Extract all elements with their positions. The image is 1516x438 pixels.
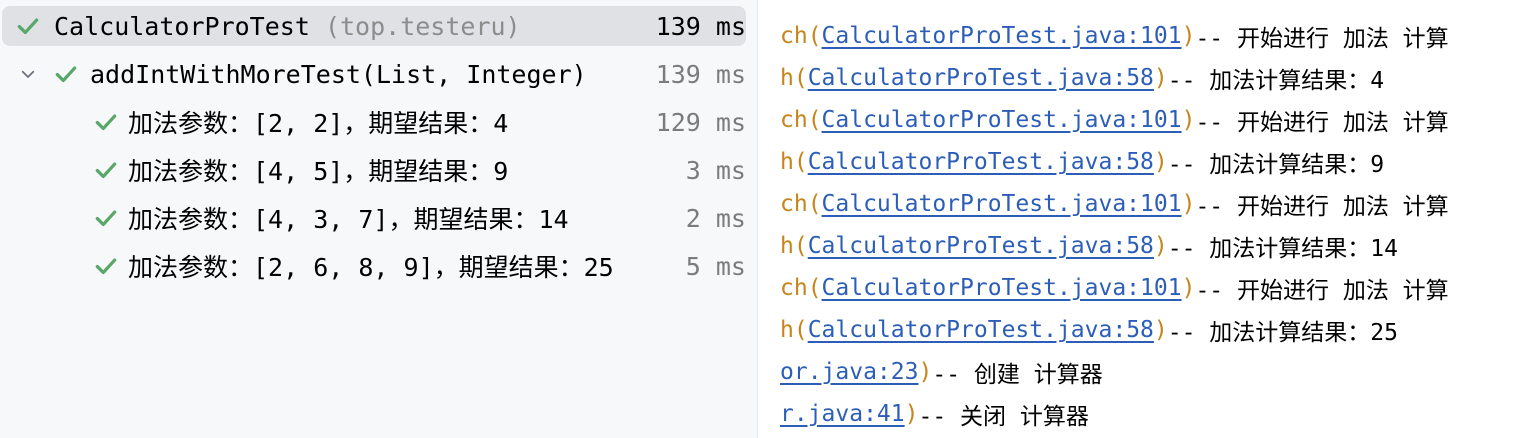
console-line: r.java:41) -- 关闭 计算器 — [780, 394, 1089, 434]
log-message: -- 开始进行 加法 计算 — [1195, 278, 1449, 304]
log-location-close: ) — [1181, 107, 1196, 133]
log-message: -- 加法计算结果：25 — [1167, 320, 1398, 346]
check-icon — [14, 12, 42, 40]
log-location-close: ) — [1181, 191, 1196, 217]
check-icon — [92, 108, 120, 136]
console-line: h(CalculatorProTest.java:58) -- 加法计算结果：2… — [780, 310, 1398, 350]
console-output: ch(CalculatorProTest.java:101) -- 开始进行 加… — [758, 0, 1516, 438]
console-line: h(CalculatorProTest.java:58) -- 加法计算结果：9 — [780, 142, 1384, 182]
test-case-label: 加法参数：[4, 5]，期望结果：9 — [128, 157, 509, 186]
log-location-prefix: ch( — [780, 275, 822, 301]
check-icon — [92, 204, 120, 232]
test-duration: 139 ms — [655, 11, 746, 41]
test-class-name: CalculatorProTest (top.testeru) — [54, 12, 521, 41]
log-message: -- 加法计算结果：14 — [1167, 236, 1398, 262]
check-icon — [92, 252, 120, 280]
log-location-prefix: h( — [780, 65, 808, 91]
tree-row-case[interactable]: 加法参数：[2, 6, 8, 9]，期望结果：25 5 ms — [0, 246, 746, 286]
source-link[interactable]: CalculatorProTest.java:101 — [822, 275, 1182, 301]
log-message: -- 开始进行 加法 计算 — [1195, 26, 1449, 52]
log-location-close: ) — [1153, 233, 1168, 259]
test-duration: 2 ms — [685, 203, 746, 233]
check-icon — [92, 156, 120, 184]
source-link[interactable]: r.java:41 — [780, 401, 905, 427]
source-link[interactable]: CalculatorProTest.java:58 — [808, 317, 1154, 343]
source-link[interactable]: CalculatorProTest.java:58 — [808, 65, 1154, 91]
source-link[interactable]: CalculatorProTest.java:101 — [822, 107, 1182, 133]
test-duration: 5 ms — [685, 251, 746, 281]
console-line: h(CalculatorProTest.java:58) -- 加法计算结果：1… — [780, 226, 1398, 266]
source-link[interactable]: CalculatorProTest.java:101 — [822, 191, 1182, 217]
test-class-label: CalculatorProTest — [54, 11, 310, 41]
test-class-package: (top.testeru) — [324, 11, 521, 41]
tree-row-case[interactable]: 加法参数：[4, 5]，期望结果：9 3 ms — [0, 150, 746, 190]
source-link[interactable]: CalculatorProTest.java:58 — [808, 233, 1154, 259]
test-duration: 3 ms — [685, 155, 746, 185]
log-location-prefix: h( — [780, 317, 808, 343]
source-link[interactable]: CalculatorProTest.java:58 — [808, 149, 1154, 175]
test-case-label: 加法参数：[4, 3, 7]，期望结果：14 — [128, 205, 569, 234]
test-duration: 129 ms — [655, 107, 746, 137]
console-line: ch(CalculatorProTest.java:101) -- 开始进行 加… — [780, 16, 1449, 56]
log-location-close: ) — [1153, 65, 1168, 91]
test-duration: 139 ms — [655, 59, 746, 89]
log-location-close: ) — [1181, 275, 1196, 301]
log-location-close: ) — [1153, 317, 1168, 343]
test-case-label: 加法参数：[2, 6, 8, 9]，期望结果：25 — [128, 253, 614, 282]
test-case-label: 加法参数：[2, 2]，期望结果：4 — [128, 109, 509, 138]
log-location-close: ) — [918, 359, 933, 385]
console-line: ch(CalculatorProTest.java:101) -- 开始进行 加… — [780, 100, 1449, 140]
chevron-down-icon[interactable] — [18, 64, 38, 84]
log-message: -- 创建 计算器 — [932, 362, 1103, 388]
check-icon — [52, 60, 80, 88]
tree-row-method[interactable]: addIntWithMoreTest(List, Integer) 139 ms — [0, 54, 746, 94]
console-line: ch(CalculatorProTest.java:101) -- 开始进行 加… — [780, 268, 1449, 308]
tree-row-root[interactable]: CalculatorProTest (top.testeru) 139 ms — [2, 6, 746, 46]
test-method-name: addIntWithMoreTest(List, Integer) — [90, 59, 587, 89]
test-results-tree: CalculatorProTest (top.testeru) 139 ms a… — [0, 0, 758, 438]
log-message: -- 加法计算结果：4 — [1167, 68, 1385, 94]
log-location-close: ) — [1181, 23, 1196, 49]
console-line: or.java:23) -- 创建 计算器 — [780, 352, 1103, 392]
console-line: h(CalculatorProTest.java:58) -- 加法计算结果：4 — [780, 58, 1384, 98]
log-message: -- 开始进行 加法 计算 — [1195, 194, 1449, 220]
source-link[interactable]: or.java:23 — [780, 359, 918, 385]
log-message: -- 开始进行 加法 计算 — [1195, 110, 1449, 136]
log-message: -- 加法计算结果：9 — [1167, 152, 1385, 178]
log-location-close: ) — [904, 401, 919, 427]
log-location-close: ) — [1153, 149, 1168, 175]
console-line: ch(CalculatorProTest.java:101) -- 开始进行 加… — [780, 184, 1449, 224]
log-location-prefix: ch( — [780, 107, 822, 133]
source-link[interactable]: CalculatorProTest.java:101 — [822, 23, 1182, 49]
log-location-prefix: h( — [780, 233, 808, 259]
tree-row-case[interactable]: 加法参数：[4, 3, 7]，期望结果：14 2 ms — [0, 198, 746, 238]
log-location-prefix: ch( — [780, 23, 822, 49]
tree-row-case[interactable]: 加法参数：[2, 2]，期望结果：4 129 ms — [0, 102, 746, 142]
log-location-prefix: ch( — [780, 191, 822, 217]
log-message: -- 关闭 计算器 — [918, 404, 1089, 430]
log-location-prefix: h( — [780, 149, 808, 175]
ide-test-panel: CalculatorProTest (top.testeru) 139 ms a… — [0, 0, 1516, 438]
